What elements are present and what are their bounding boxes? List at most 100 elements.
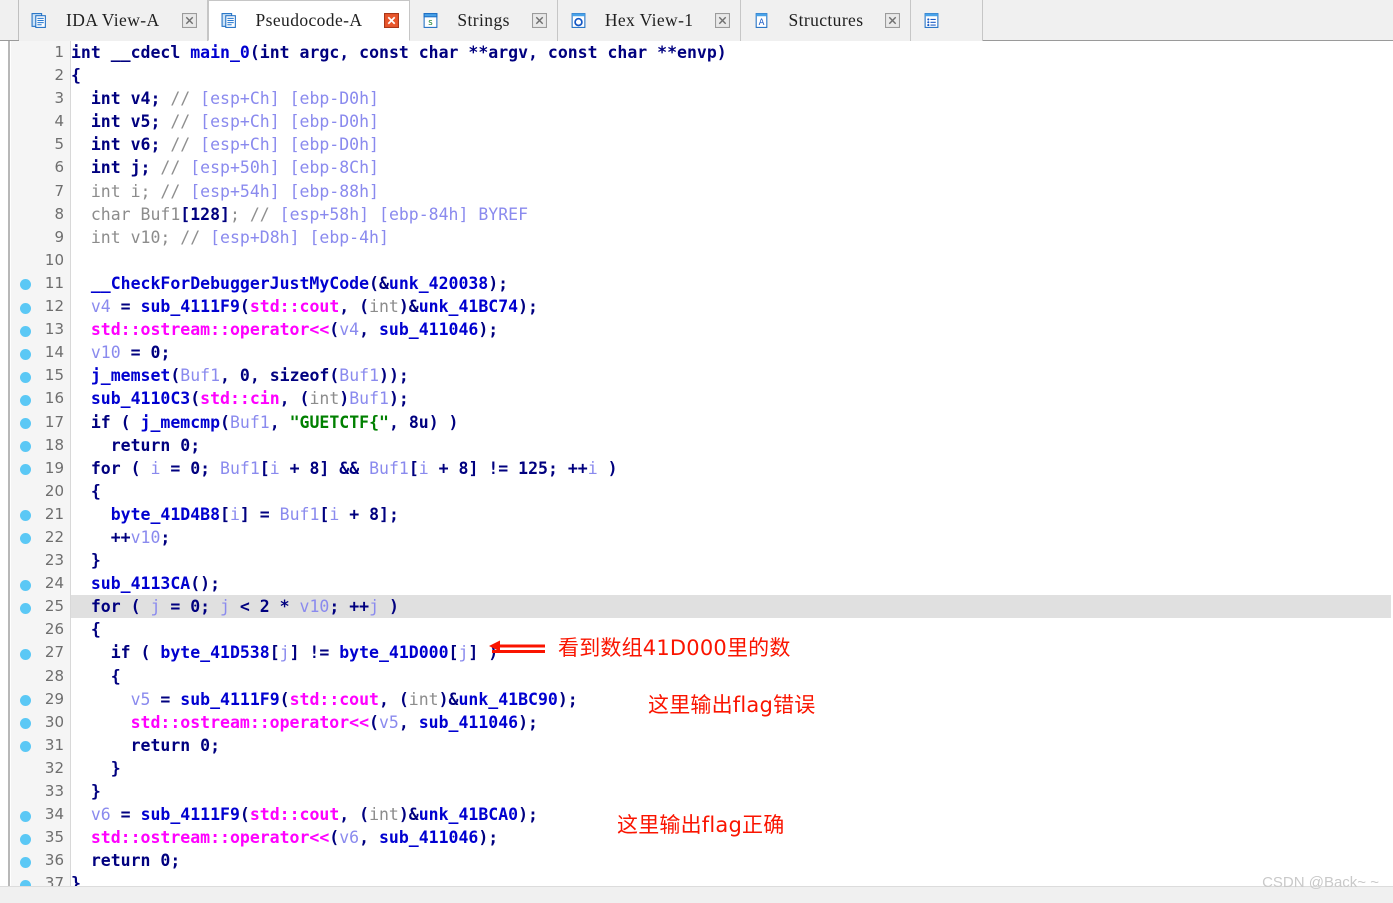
code-line[interactable]: 10 xyxy=(0,249,1393,272)
line-number: 31 xyxy=(44,735,64,754)
code-line-text: { xyxy=(71,481,101,501)
line-number: 25 xyxy=(44,597,64,616)
tab-strings[interactable]: s Strings xyxy=(410,0,558,41)
hex-view-icon xyxy=(571,13,586,28)
close-icon[interactable] xyxy=(181,13,197,28)
code-line-text: return 0; xyxy=(71,851,181,871)
close-icon-red[interactable] xyxy=(384,13,400,28)
code-line[interactable]: 21 byte_41D4B8[i] = Buf1[i + 8]; xyxy=(0,503,1393,526)
tab-enums[interactable] xyxy=(911,0,984,41)
code-line[interactable]: 16 sub_4110C3(std::cin, (int)Buf1); xyxy=(0,387,1393,410)
line-number: 34 xyxy=(44,805,64,824)
horizontal-scrollbar[interactable] xyxy=(0,886,1393,903)
line-number: 29 xyxy=(44,689,64,708)
close-icon[interactable] xyxy=(531,13,547,28)
code-line-text: } xyxy=(71,551,101,571)
code-line-text: return 0; xyxy=(71,435,201,455)
tab-label: Structures xyxy=(788,10,864,30)
line-number: 11 xyxy=(44,273,64,292)
strings-icon: s xyxy=(424,13,438,28)
code-line[interactable]: 13 std::ostream::operator<<(v4, sub_4110… xyxy=(0,318,1393,341)
code-line-text: int v10; // [esp+D8h] [ebp-4h] xyxy=(71,227,389,247)
annotation-array-41d000: 看到数组41D000里的数 xyxy=(558,636,791,660)
code-line-text: v4 = sub_4111F9(std::cout, (int)&unk_41B… xyxy=(90,297,538,317)
code-line[interactable]: 5 int v6; // [esp+Ch] [ebp-D0h] xyxy=(0,133,1393,156)
code-line[interactable]: 6 int j; // [esp+50h] [ebp-8Ch] xyxy=(0,156,1393,179)
code-line[interactable]: 3 int v4; // [esp+Ch] [ebp-D0h] xyxy=(0,87,1393,110)
code-line-text: j_memset(Buf1, 0, sizeof(Buf1)); xyxy=(90,366,409,386)
code-line-text: } xyxy=(71,758,121,778)
code-line[interactable]: 18 return 0; xyxy=(0,434,1393,457)
code-line[interactable]: 31 return 0; xyxy=(0,734,1393,757)
line-number: 1 xyxy=(54,43,64,61)
code-line[interactable]: 36 return 0; xyxy=(0,849,1393,872)
code-line[interactable]: 17 if ( j_memcmp(Buf1, "GUETCTF{", 8u) ) xyxy=(0,411,1393,434)
code-line[interactable]: 7 int i; // [esp+54h] [ebp-88h] xyxy=(0,180,1393,203)
enums-icon xyxy=(925,13,939,28)
code-line[interactable]: 11 __CheckForDebuggerJustMyCode(&unk_420… xyxy=(0,272,1393,295)
code-line-text xyxy=(71,249,1391,272)
tab-structures[interactable]: A Structures xyxy=(741,0,912,41)
tab-bar: IDA View-A Pseudocode-A s Strings Hex Vi… xyxy=(0,0,1393,41)
watermark: CSDN @Back~ ~ xyxy=(1262,874,1379,891)
line-number: 27 xyxy=(44,643,64,662)
code-line-text: { xyxy=(71,666,121,686)
code-line[interactable]: 14 v10 = 0; xyxy=(0,341,1393,364)
line-number: 6 xyxy=(54,158,64,177)
code-line[interactable]: 33 } xyxy=(0,780,1393,803)
document-view-icon xyxy=(31,13,46,28)
line-number: 13 xyxy=(44,320,64,339)
code-line[interactable]: 22 ++v10; xyxy=(0,526,1393,549)
code-line[interactable]: 12 v4 = sub_4111F9(std::cout, (int)&unk_… xyxy=(0,295,1393,318)
code-line[interactable]: 9 int v10; // [esp+D8h] [ebp-4h] xyxy=(0,226,1393,249)
code-line[interactable]: 19 for ( i = 0; Buf1[i + 8] && Buf1[i + … xyxy=(0,457,1393,480)
line-number: 32 xyxy=(44,758,64,777)
left-arrow-annotation xyxy=(489,640,545,652)
tab-hex-view-1[interactable]: Hex View-1 xyxy=(557,0,742,41)
pseudocode-editor[interactable]: 1 int __cdecl main_0(int argc, const char… xyxy=(0,41,1393,903)
code-line-text: if ( j_memcmp(Buf1, "GUETCTF{", 8u) ) xyxy=(71,412,459,432)
code-line-text: std::ostream::operator<<(v4, sub_411046)… xyxy=(90,320,499,340)
annotation-flag-correct: 这里输出flag正确 xyxy=(617,813,785,837)
code-line[interactable]: 2{ xyxy=(0,64,1393,87)
tab-ida-view-a[interactable]: IDA View-A xyxy=(19,0,208,41)
line-number: 19 xyxy=(44,458,64,477)
code-line-text: int i; // [esp+54h] [ebp-88h] xyxy=(71,181,379,201)
line-number: 28 xyxy=(44,666,64,685)
tab-bar-left-edge xyxy=(0,0,19,40)
code-line[interactable]: 32 } xyxy=(0,757,1393,780)
code-line[interactable]: 8 char Buf1[128]; // [esp+58h] [ebp-84h]… xyxy=(0,203,1393,226)
line-number: 22 xyxy=(44,527,64,546)
code-line-text: } xyxy=(71,782,101,801)
line-number: 26 xyxy=(44,620,64,639)
code-line[interactable]: 25 for ( j = 0; j < 2 * v10; ++j ) xyxy=(0,595,1393,619)
tab-label: Hex View-1 xyxy=(604,10,694,30)
line-number: 23 xyxy=(44,551,64,570)
code-line[interactable]: 28 { xyxy=(0,665,1393,688)
line-number: 5 xyxy=(54,135,64,154)
code-line[interactable]: 24 sub_4113CA(); xyxy=(0,572,1393,595)
code-line[interactable]: 4 int v5; // [esp+Ch] [ebp-D0h] xyxy=(0,110,1393,133)
code-line-text: return 0; xyxy=(71,735,221,755)
line-number: 33 xyxy=(44,782,64,800)
tab-label: Strings xyxy=(457,10,510,30)
line-number: 35 xyxy=(44,828,64,847)
line-number: 3 xyxy=(54,89,64,108)
tab-bar-filler xyxy=(983,0,1393,40)
tab-pseudocode-a[interactable]: Pseudocode-A xyxy=(207,0,411,41)
code-line-text: byte_41D4B8[i] = Buf1[i + 8]; xyxy=(110,504,399,524)
pseudocode-icon xyxy=(221,13,236,28)
code-line-text: __CheckForDebuggerJustMyCode(&unk_420038… xyxy=(90,273,509,293)
code-area[interactable]: 1 int __cdecl main_0(int argc, const char… xyxy=(0,41,1393,895)
code-line[interactable]: 23 } xyxy=(0,549,1393,572)
tab-label: IDA View-A xyxy=(66,10,160,30)
close-icon[interactable] xyxy=(715,13,731,28)
code-line[interactable]: 20 { xyxy=(0,480,1393,503)
close-icon[interactable] xyxy=(885,13,901,28)
code-line-text: int __cdecl main_0(int argc, const char … xyxy=(71,43,727,62)
code-line-text: char Buf1[128]; // [esp+58h] [ebp-84h] B… xyxy=(71,204,529,224)
code-line-text: ++v10; xyxy=(71,527,171,547)
annotation-flag-wrong: 这里输出flag错误 xyxy=(648,693,816,717)
code-line[interactable]: 1 int __cdecl main_0(int argc, const char… xyxy=(0,41,1393,64)
code-line[interactable]: 15 j_memset(Buf1, 0, sizeof(Buf1)); xyxy=(0,364,1393,387)
